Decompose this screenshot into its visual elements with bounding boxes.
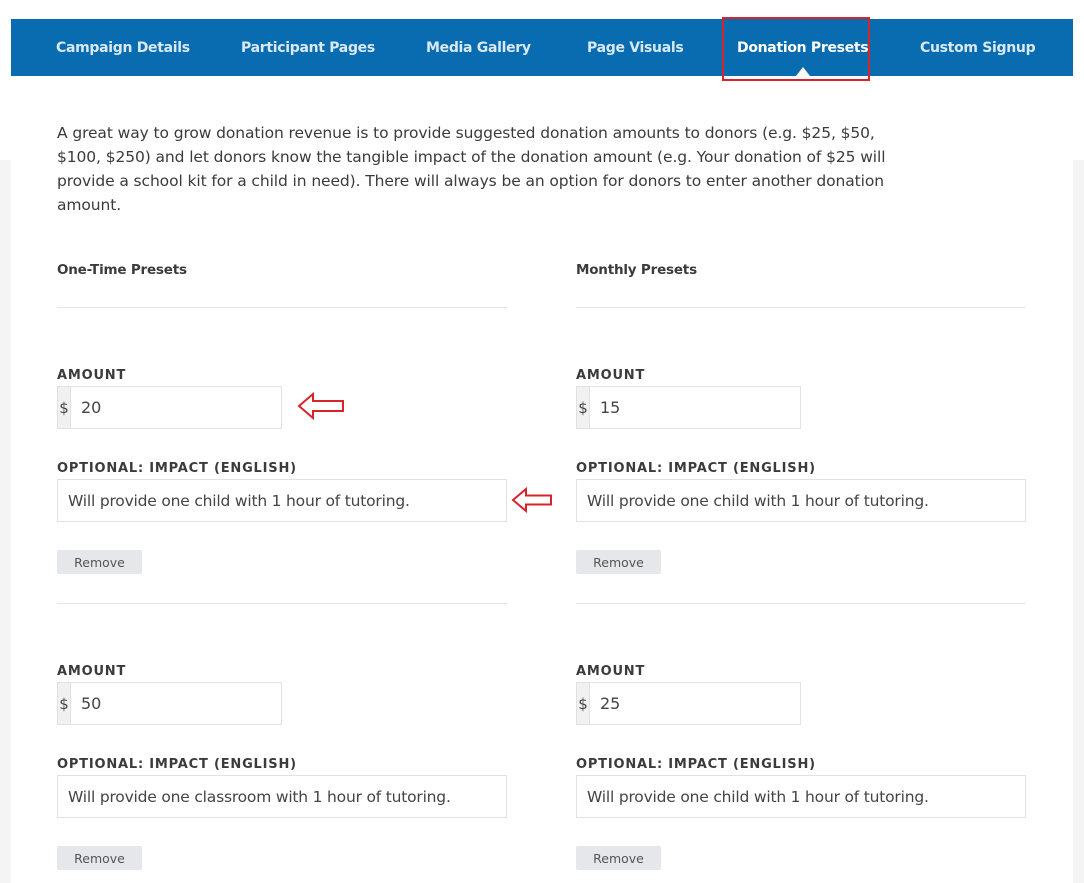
impact-label: OPTIONAL: IMPACT (ENGLISH) — [57, 461, 297, 476]
impact-label: OPTIONAL: IMPACT (ENGLISH) — [57, 757, 297, 772]
currency-symbol: $ — [577, 683, 590, 724]
impact-input[interactable] — [576, 479, 1026, 522]
monthly-presets-title: Monthly Presets — [576, 262, 697, 278]
divider — [576, 603, 1026, 604]
impact-input[interactable] — [576, 775, 1026, 818]
impact-label: OPTIONAL: IMPACT (ENGLISH) — [576, 461, 816, 476]
remove-button[interactable]: Remove — [576, 550, 661, 574]
currency-symbol: $ — [58, 387, 71, 428]
one-time-presets-title: One-Time Presets — [57, 262, 187, 278]
tab-custom-signup[interactable]: Custom Signup — [920, 19, 1036, 76]
impact-input[interactable] — [57, 775, 507, 818]
tab-media-gallery[interactable]: Media Gallery — [426, 19, 531, 76]
amount-label: AMOUNT — [57, 664, 127, 679]
intro-text: A great way to grow donation revenue is … — [57, 124, 886, 214]
impact-label: OPTIONAL: IMPACT (ENGLISH) — [576, 757, 816, 772]
divider — [57, 603, 507, 604]
remove-button[interactable]: Remove — [57, 550, 142, 574]
currency-symbol: $ — [577, 387, 590, 428]
settings-panel: Campaign Details Participant Pages Media… — [11, 17, 1073, 883]
amount-label: AMOUNT — [57, 368, 127, 383]
divider — [57, 307, 507, 308]
amount-field: $ — [576, 386, 801, 429]
amount-input[interactable] — [71, 387, 281, 428]
amount-input[interactable] — [590, 387, 800, 428]
impact-input[interactable] — [57, 479, 507, 522]
divider — [576, 307, 1026, 308]
remove-button[interactable]: Remove — [576, 846, 661, 870]
amount-input[interactable] — [71, 683, 281, 724]
tab-donation-presets[interactable]: Donation Presets — [737, 19, 869, 76]
amount-label: AMOUNT — [576, 664, 646, 679]
amount-field: $ — [576, 682, 801, 725]
tab-campaign-details[interactable]: Campaign Details — [56, 19, 190, 76]
left-arrow-outline-icon — [511, 486, 552, 514]
remove-button[interactable]: Remove — [57, 846, 142, 870]
amount-input[interactable] — [590, 683, 800, 724]
amount-field: $ — [57, 682, 282, 725]
currency-symbol: $ — [58, 683, 71, 724]
left-arrow-outline-icon — [297, 391, 344, 421]
tab-bar: Campaign Details Participant Pages Media… — [11, 17, 1073, 81]
amount-label: AMOUNT — [576, 368, 646, 383]
tab-participant-pages[interactable]: Participant Pages — [241, 19, 375, 76]
tab-page-visuals[interactable]: Page Visuals — [587, 19, 684, 76]
amount-field: $ — [57, 386, 282, 429]
